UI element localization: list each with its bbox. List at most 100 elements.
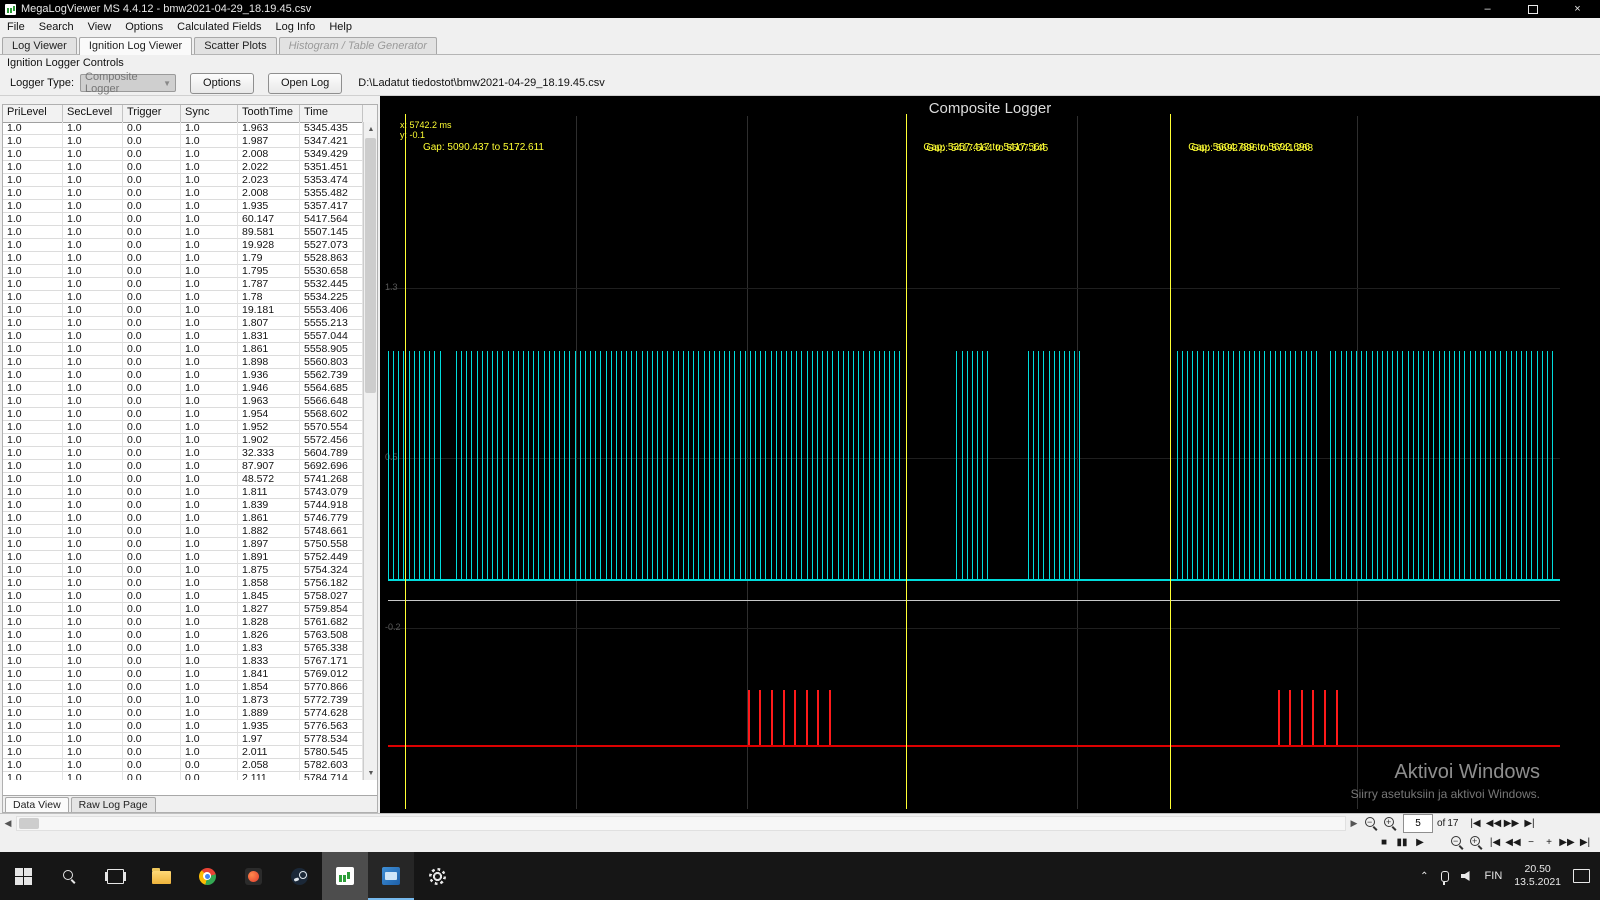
- panel-tab-raw-log-page[interactable]: Raw Log Page: [70, 797, 156, 812]
- tab-log-viewer[interactable]: Log Viewer: [2, 37, 77, 54]
- table-row[interactable]: 1.0 1.0 0.0 1.0 48.572 5741.268: [3, 473, 363, 486]
- table-row[interactable]: 1.0 1.0 0.0 1.0 1.897 5750.558: [3, 538, 363, 551]
- vscroll-thumb[interactable]: [365, 138, 376, 393]
- table-row[interactable]: 1.0 1.0 0.0 1.0 1.811 5743.079: [3, 486, 363, 499]
- column-header-toothtime[interactable]: ToothTime: [238, 105, 300, 122]
- megalogviewer-taskbar-button[interactable]: [322, 852, 368, 900]
- menu-item-search[interactable]: Search: [32, 18, 81, 36]
- table-row[interactable]: 1.0 1.0 0.0 1.0 1.898 5560.803: [3, 356, 363, 369]
- first-frame-button[interactable]: |◀: [1487, 835, 1503, 851]
- tab-ignition-log-viewer[interactable]: Ignition Log Viewer: [78, 37, 193, 55]
- table-row[interactable]: 1.0 1.0 0.0 1.0 1.861 5746.779: [3, 512, 363, 525]
- chart-hscrollbar[interactable]: [16, 816, 1346, 831]
- table-row[interactable]: 1.0 1.0 0.0 1.0 1.807 5555.213: [3, 317, 363, 330]
- table-row[interactable]: 1.0 1.0 0.0 1.0 1.861 5558.905: [3, 343, 363, 356]
- hscroll-thumb[interactable]: [19, 818, 39, 829]
- file-explorer-button[interactable]: [138, 852, 184, 900]
- zoom-minus-button[interactable]: −: [1523, 835, 1539, 851]
- menu-item-calculated-fields[interactable]: Calculated Fields: [170, 18, 268, 36]
- media-app-button[interactable]: [230, 852, 276, 900]
- menu-item-help[interactable]: Help: [322, 18, 359, 36]
- table-row[interactable]: 1.0 1.0 0.0 1.0 1.954 5568.602: [3, 408, 363, 421]
- column-header-sync[interactable]: Sync: [181, 105, 238, 122]
- table-row[interactable]: 1.0 1.0 0.0 1.0 1.891 5752.449: [3, 551, 363, 564]
- table-row[interactable]: 1.0 1.0 0.0 1.0 1.795 5530.658: [3, 265, 363, 278]
- start-button[interactable]: [0, 852, 46, 900]
- table-row[interactable]: 1.0 1.0 0.0 1.0 1.935 5357.417: [3, 200, 363, 213]
- prev-page-button[interactable]: ◀◀: [1485, 816, 1501, 832]
- play-button[interactable]: ▶: [1412, 835, 1428, 851]
- settings-button[interactable]: [414, 852, 460, 900]
- zoom-in-icon[interactable]: +: [1469, 835, 1484, 850]
- menu-item-view[interactable]: View: [81, 18, 119, 36]
- step-back-button[interactable]: ◀◀: [1505, 835, 1521, 851]
- table-row[interactable]: 1.0 1.0 0.0 1.0 2.011 5780.545: [3, 746, 363, 759]
- table-row[interactable]: 1.0 1.0 0.0 1.0 1.79 5528.863: [3, 252, 363, 265]
- open-log-button[interactable]: Open Log: [267, 72, 343, 94]
- table-row[interactable]: 1.0 1.0 0.0 1.0 1.936 5562.739: [3, 369, 363, 382]
- scroll-up-icon[interactable]: ▲: [364, 122, 378, 136]
- last-page-button[interactable]: ▶|: [1521, 816, 1537, 832]
- table-row[interactable]: 1.0 1.0 0.0 1.0 1.97 5778.534: [3, 733, 363, 746]
- last-frame-button[interactable]: ▶|: [1577, 835, 1593, 851]
- table-row[interactable]: 1.0 1.0 0.0 1.0 1.889 5774.628: [3, 707, 363, 720]
- notification-center-icon[interactable]: [1573, 869, 1590, 883]
- table-row[interactable]: 1.0 1.0 0.0 1.0 1.826 5763.508: [3, 629, 363, 642]
- scroll-down-icon[interactable]: ▼: [364, 766, 378, 780]
- logger-type-select[interactable]: Composite Logger ▼: [80, 71, 177, 95]
- table-row[interactable]: 1.0 1.0 0.0 1.0 19.181 5553.406: [3, 304, 363, 317]
- tray-expand-icon[interactable]: ⌃: [1420, 871, 1428, 882]
- table-row[interactable]: 1.0 1.0 0.0 1.0 1.839 5744.918: [3, 499, 363, 512]
- table-row[interactable]: 1.0 1.0 0.0 1.0 1.952 5570.554: [3, 421, 363, 434]
- pause-button[interactable]: ▮▮: [1394, 835, 1410, 851]
- taskbar-search-button[interactable]: [46, 852, 92, 900]
- table-row[interactable]: 1.0 1.0 0.0 1.0 1.873 5772.739: [3, 694, 363, 707]
- language-indicator[interactable]: FIN: [1485, 870, 1503, 882]
- menu-item-log-info[interactable]: Log Info: [269, 18, 323, 36]
- zoom-in-icon[interactable]: +: [1383, 816, 1398, 831]
- menu-item-options[interactable]: Options: [118, 18, 170, 36]
- table-row[interactable]: 1.0 1.0 0.0 1.0 2.023 5353.474: [3, 174, 363, 187]
- panel-tab-data-view[interactable]: Data View: [5, 797, 69, 812]
- minimize-button[interactable]: –: [1465, 0, 1510, 18]
- hscroll-right-icon[interactable]: ▶: [1346, 816, 1362, 831]
- microphone-icon[interactable]: [1440, 870, 1449, 885]
- close-button[interactable]: ×: [1555, 0, 1600, 18]
- menu-item-file[interactable]: File: [0, 18, 32, 36]
- zoom-plus-button[interactable]: +: [1541, 835, 1557, 851]
- table-row[interactable]: 1.0 1.0 0.0 1.0 89.581 5507.145: [3, 226, 363, 239]
- maximize-button[interactable]: [1510, 0, 1555, 18]
- table-row[interactable]: 1.0 1.0 0.0 1.0 1.858 5756.182: [3, 577, 363, 590]
- taskbar-clock[interactable]: 20.50 13.5.2021: [1514, 863, 1561, 889]
- hscroll-left-icon[interactable]: ◀: [0, 816, 16, 831]
- table-row[interactable]: 1.0 1.0 0.0 1.0 19.928 5527.073: [3, 239, 363, 252]
- blue-app-button[interactable]: [368, 852, 414, 900]
- table-row[interactable]: 1.0 1.0 0.0 1.0 1.987 5347.421: [3, 135, 363, 148]
- table-row[interactable]: 1.0 1.0 0.0 1.0 1.78 5534.225: [3, 291, 363, 304]
- table-row[interactable]: 1.0 1.0 0.0 0.0 2.058 5782.603: [3, 759, 363, 772]
- table-vscrollbar[interactable]: ▲ ▼: [363, 122, 377, 780]
- table-row[interactable]: 1.0 1.0 0.0 1.0 1.935 5776.563: [3, 720, 363, 733]
- steam-button[interactable]: [276, 852, 322, 900]
- table-row[interactable]: 1.0 1.0 0.0 1.0 1.946 5564.685: [3, 382, 363, 395]
- table-row[interactable]: 1.0 1.0 0.0 1.0 1.828 5761.682: [3, 616, 363, 629]
- table-row[interactable]: 1.0 1.0 0.0 1.0 1.787 5532.445: [3, 278, 363, 291]
- table-row[interactable]: 1.0 1.0 0.0 1.0 2.008 5349.429: [3, 148, 363, 161]
- table-row[interactable]: 1.0 1.0 0.0 0.0 2.111 5784.714: [3, 772, 363, 780]
- tab-scatter-plots[interactable]: Scatter Plots: [194, 37, 277, 54]
- column-header-prilevel[interactable]: PriLevel: [3, 105, 63, 122]
- options-button[interactable]: Options: [190, 72, 254, 94]
- table-row[interactable]: 1.0 1.0 0.0 1.0 1.963 5566.648: [3, 395, 363, 408]
- page-number-input[interactable]: [1403, 814, 1433, 833]
- first-page-button[interactable]: |◀: [1467, 816, 1483, 832]
- zoom-out-icon[interactable]: −: [1364, 816, 1379, 831]
- table-row[interactable]: 1.0 1.0 0.0 1.0 1.875 5754.324: [3, 564, 363, 577]
- task-view-button[interactable]: [92, 852, 138, 900]
- chrome-button[interactable]: [184, 852, 230, 900]
- table-row[interactable]: 1.0 1.0 0.0 1.0 1.827 5759.854: [3, 603, 363, 616]
- table-row[interactable]: 1.0 1.0 0.0 1.0 1.882 5748.661: [3, 525, 363, 538]
- table-row[interactable]: 1.0 1.0 0.0 1.0 1.845 5758.027: [3, 590, 363, 603]
- table-row[interactable]: 1.0 1.0 0.0 1.0 1.902 5572.456: [3, 434, 363, 447]
- table-row[interactable]: 1.0 1.0 0.0 1.0 1.83 5765.338: [3, 642, 363, 655]
- table-row[interactable]: 1.0 1.0 0.0 1.0 2.022 5351.451: [3, 161, 363, 174]
